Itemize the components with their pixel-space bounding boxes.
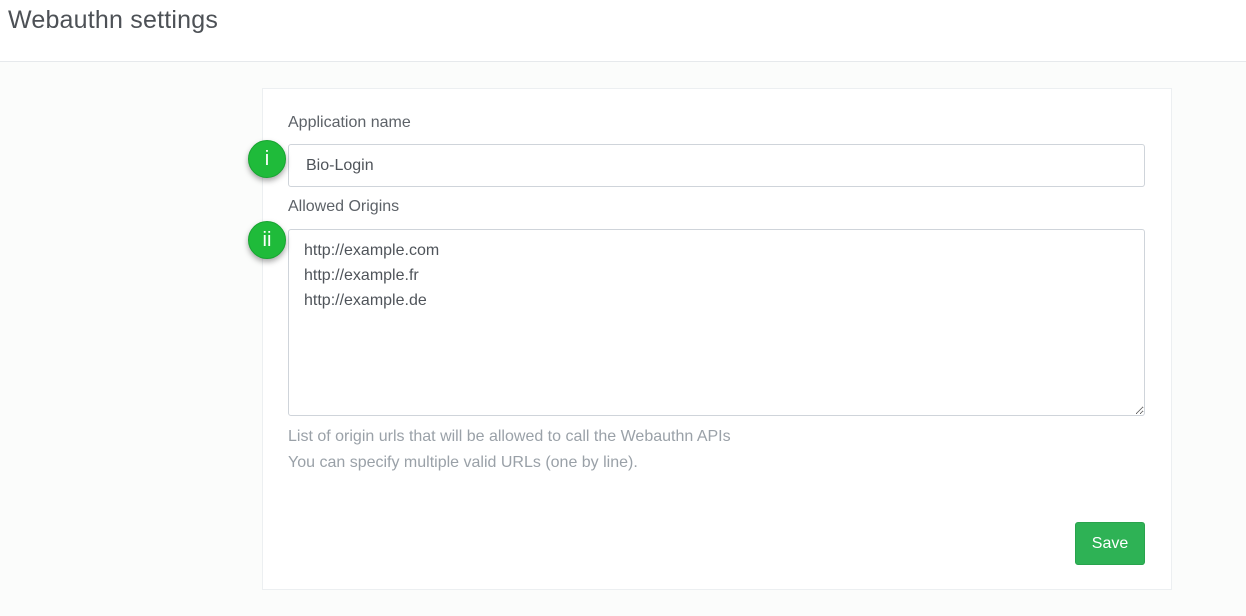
allowed-origins-textarea[interactable]: http://example.com http://example.fr htt… bbox=[288, 229, 1145, 416]
annotation-marker-ii: ii bbox=[248, 221, 286, 259]
save-button[interactable]: Save bbox=[1075, 522, 1145, 565]
application-name-input[interactable] bbox=[288, 144, 1145, 187]
annotation-marker-i: i bbox=[248, 140, 286, 178]
webauthn-settings-form: Application name Allowed Origins http://… bbox=[262, 88, 1172, 590]
page-header: Webauthn settings bbox=[0, 0, 1246, 62]
allowed-origins-help: List of origin urls that will be allowed… bbox=[288, 424, 731, 476]
page-title: Webauthn settings bbox=[8, 6, 219, 34]
allowed-origins-label: Allowed Origins bbox=[288, 198, 400, 215]
application-name-label: Application name bbox=[288, 114, 411, 131]
help-line: List of origin urls that will be allowed… bbox=[288, 428, 731, 445]
help-line: You can specify multiple valid URLs (one… bbox=[288, 454, 638, 471]
